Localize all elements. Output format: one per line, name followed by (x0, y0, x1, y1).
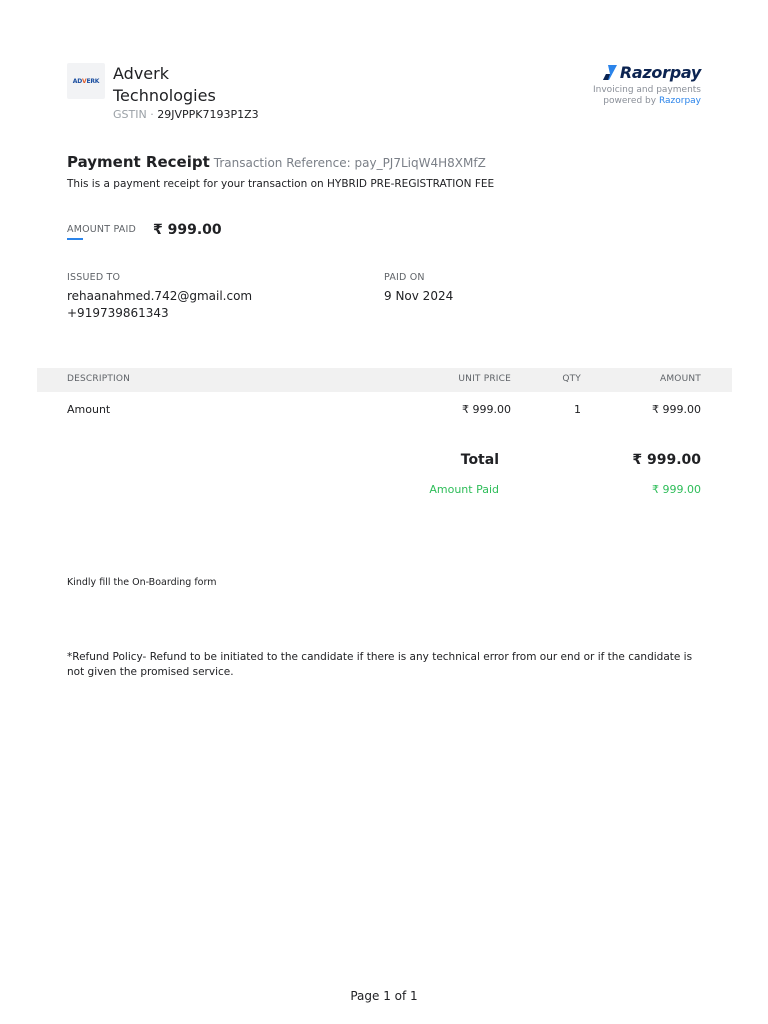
merchant-gstin: GSTIN · 29JVPPK7193P1Z3 (113, 108, 259, 121)
razorpay-tagline: Invoicing and payments powered by Razorp… (593, 85, 701, 106)
razorpay-mark-icon (602, 65, 617, 80)
amount-paid-summary-label: Amount Paid (429, 483, 499, 496)
table-header (37, 368, 732, 392)
amount-paid-label: AMOUNT PAID (67, 224, 136, 235)
amount-paid-summary-value: ₹ 999.00 (652, 483, 701, 496)
header-amount: AMOUNT (659, 374, 701, 384)
row-qty: 1 (574, 403, 581, 416)
total-label: Total (460, 452, 499, 468)
razorpay-link[interactable]: Razorpay (659, 96, 701, 106)
header-description: DESCRIPTION (67, 374, 131, 384)
transaction-reference: Transaction Reference: pay_PJ7LiqW4H8XMf… (213, 156, 486, 170)
merchant-logo: ADVERK (67, 63, 105, 99)
razorpay-logo: Razorpay (602, 63, 701, 82)
gstin-value: 29JVPPK7193P1Z3 (157, 108, 259, 121)
row-amount: ₹ 999.00 (652, 403, 701, 416)
header-qty: QTY (562, 374, 581, 384)
issued-to-email: rehaanahmed.742@gmail.com (67, 289, 253, 303)
paid-on-label: PAID ON (384, 272, 425, 283)
razorpay-wordmark: Razorpay (619, 63, 701, 82)
gstin-label: GSTIN (113, 108, 147, 121)
amount-paid-underline (67, 238, 83, 240)
refund-policy: *Refund Policy- Refund to be initiated t… (67, 651, 693, 678)
page-number: Page 1 of 1 (350, 989, 418, 1003)
total-value: ₹ 999.00 (632, 452, 701, 468)
paid-on-date: 9 Nov 2024 (384, 289, 454, 303)
merchant-name: Adverk Technologies (113, 64, 216, 105)
row-unit-price: ₹ 999.00 (462, 403, 511, 416)
row-description: Amount (67, 403, 111, 416)
page-title: Payment Receipt Transaction Reference: pa… (67, 153, 486, 171)
amount-paid-value: ₹ 999.00 (153, 222, 222, 238)
merchant-logo-text: ADVERK (72, 77, 100, 85)
header-unit-price: UNIT PRICE (458, 374, 511, 384)
issued-to-label: ISSUED TO (67, 272, 121, 283)
issued-to-phone: +919739861343 (67, 306, 169, 320)
onboarding-note: Kindly fill the On-Boarding form (67, 577, 217, 588)
receipt-subtitle: This is a payment receipt for your trans… (67, 178, 495, 190)
